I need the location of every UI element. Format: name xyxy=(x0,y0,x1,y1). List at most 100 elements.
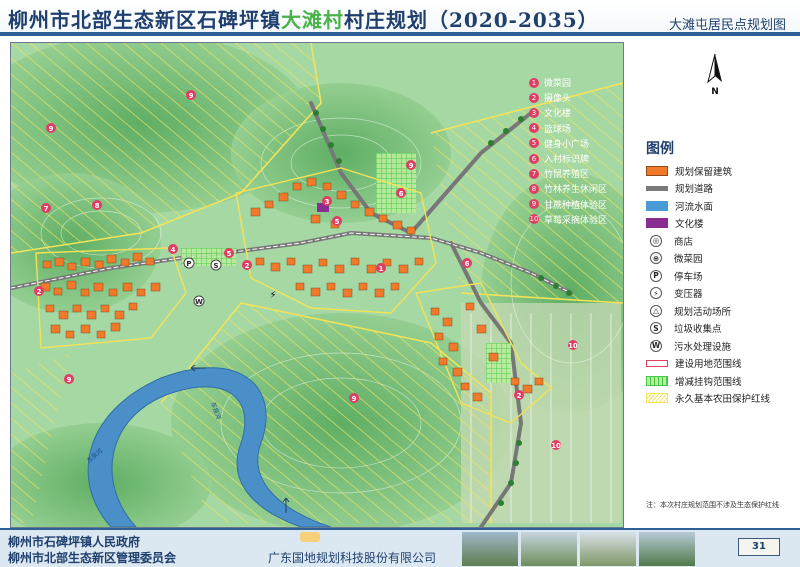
svg-text:9: 9 xyxy=(49,125,54,133)
grid-area-3 xyxy=(486,343,511,383)
list-item: 10 草莓采摘体验区 xyxy=(529,214,608,226)
legend-item-road: 规划道路 xyxy=(646,180,794,198)
legend-title: 图例 xyxy=(646,141,674,157)
title-prefix: 柳州市北部生态新区石碑坪镇 xyxy=(8,8,281,32)
marker-5-e: 5 xyxy=(332,216,342,226)
culture-swatch xyxy=(646,218,668,229)
map-canvas[interactable]: 东泉河 东泉河 9 9 8 7 9 9 9 10 10 2 2 2 5 6 6 … xyxy=(10,42,624,528)
legend-item-shop: ◎ 商店 xyxy=(646,232,794,250)
marker-7: 7 xyxy=(41,203,51,213)
svg-text:6: 6 xyxy=(399,190,404,198)
north-label: N xyxy=(711,87,719,96)
header-rule xyxy=(0,32,800,36)
svg-text:10: 10 xyxy=(551,442,561,450)
water-swatch xyxy=(646,200,668,211)
marker-2-c: 2 xyxy=(242,260,252,270)
list-item: 4 篮球场 xyxy=(529,121,623,136)
list-item: 7 竹鼠养殖区 xyxy=(529,166,623,181)
company-logo xyxy=(300,532,320,542)
road-swatch xyxy=(646,185,668,191)
marker-9-s: 9 xyxy=(349,393,359,403)
marker-6-n: 6 xyxy=(396,188,406,198)
activity-icon: △ xyxy=(650,304,662,317)
marker-transformer: ⚡ xyxy=(269,290,276,301)
list-item: 8 竹林养生休闲区 xyxy=(529,181,623,196)
svg-text:2: 2 xyxy=(37,288,42,296)
marker-9-nw: 9 xyxy=(186,90,196,100)
legend-item-culture: 文化楼 xyxy=(646,215,794,233)
marker-s: S xyxy=(210,259,222,271)
marker-9-c: 9 xyxy=(406,160,416,170)
legend-item-water: 河流水面 xyxy=(646,197,794,215)
svg-text:6: 6 xyxy=(465,260,470,268)
legend-item-activity: △ 规划活动场所 xyxy=(646,302,794,320)
marker-p: P xyxy=(183,257,195,269)
marker-2-w: 2 xyxy=(34,286,44,296)
legend-item-grid-line: 增减挂钩范围线 xyxy=(646,372,794,390)
page-title: 柳州市北部生态新区石碑坪镇大滩村村庄规划（2020-2035） xyxy=(8,4,599,33)
header-bar: 柳州市北部生态新区石碑坪镇大滩村村庄规划（2020-2035） 大滩屯居民点规划… xyxy=(0,0,800,36)
legend-item-garden: ⊕ 微菜园 xyxy=(646,250,794,268)
list-item: 5 健身小广场 xyxy=(529,136,623,151)
footer-company: 广东国地规划科技股份有限公司 xyxy=(268,551,437,565)
svg-text:2: 2 xyxy=(517,392,522,400)
garbage-icon: S xyxy=(650,322,662,335)
footer-bar: 柳州市石碑坪镇人民政府 柳州市北部生态新区管理委员会 广东国地规划科技股份有限公… xyxy=(0,528,800,567)
north-arrow-icon: N xyxy=(707,53,722,96)
svg-text:9: 9 xyxy=(189,92,194,100)
svg-text:4: 4 xyxy=(171,246,176,254)
title-village-name: 大滩村 xyxy=(281,8,344,32)
photo-thumbnail-1 xyxy=(462,532,518,566)
legend-item-transformer: ⚡ 变压器 xyxy=(646,285,794,303)
construction-line-swatch xyxy=(646,359,668,367)
photo-thumbnail-4 xyxy=(639,532,695,566)
legend-list: 规划保留建筑 规划道路 河流水面 文化楼 ◎ 商店 ⊕ 微菜园 P 停车场 ⚡ 变压器 … xyxy=(646,162,794,407)
legend-note: 注：本次村庄规划范围不涉及生态保护红线 xyxy=(646,501,779,509)
building-swatch xyxy=(646,165,668,176)
shop-icon: ◎ xyxy=(650,234,662,247)
list-item: 9 甘蔗种植体验区 xyxy=(529,197,623,212)
marker-6-e: 6 xyxy=(462,258,472,268)
garden-icon: ⊕ xyxy=(650,252,662,265)
marker-8: 8 xyxy=(92,200,102,210)
svg-text:2: 2 xyxy=(245,262,250,270)
svg-text:P: P xyxy=(186,260,191,268)
legend-item-farmland-line: 永久基本农田保护红线 xyxy=(646,390,794,408)
photo-thumbnail-2 xyxy=(521,532,577,566)
map-subtitle: 大滩屯居民点规划图 xyxy=(668,18,786,33)
svg-text:5: 5 xyxy=(227,250,232,258)
marker-3: 3 xyxy=(322,196,332,206)
list-item: 1 微菜园 xyxy=(529,75,623,90)
legend-item-sewage: W 污水处理设施 xyxy=(650,339,732,353)
list-item: 2 摄像头 xyxy=(529,90,623,105)
map-facility-list: 1 微菜园 2 摄像头 3 文化楼 4 篮球场 5 健身小广场 6 入村标识牌 7 竹鼠养殖区… xyxy=(529,75,623,227)
footer-org-1: 柳州市石碑坪镇人民政府 xyxy=(8,535,141,549)
svg-text:9: 9 xyxy=(67,376,72,384)
marker-1: 1 xyxy=(376,263,386,273)
marker-2-e: 2 xyxy=(514,390,524,400)
svg-text:3: 3 xyxy=(325,198,330,206)
parking-icon: P xyxy=(650,269,662,282)
sewage-icon: W xyxy=(650,339,662,352)
list-item: 6 入村标识牌 xyxy=(529,151,623,166)
marker-5-w: 5 xyxy=(224,248,234,258)
svg-text:10: 10 xyxy=(568,342,578,350)
title-suffix: 村庄规划（2020-2035） xyxy=(344,8,599,32)
svg-text:5: 5 xyxy=(335,218,340,226)
svg-text:9: 9 xyxy=(352,395,357,403)
farmland-line-swatch xyxy=(646,393,668,404)
marker-9-sw: 9 xyxy=(64,374,74,384)
marker-9-w: 9 xyxy=(46,123,56,133)
svg-text:W: W xyxy=(195,298,203,306)
legend-panel: N 图例 规划保留建筑 规划道路 河流水面 文化楼 ◎ 商店 ⊕ 微菜园 P 停车场 … xyxy=(628,42,794,526)
marker-10-b: 10 xyxy=(551,440,561,450)
svg-text:1: 1 xyxy=(379,265,384,273)
svg-text:7: 7 xyxy=(44,205,49,213)
page-number: 31 xyxy=(738,538,780,556)
svg-text:8: 8 xyxy=(95,202,100,210)
legend-item-garbage: S 垃圾收集点 xyxy=(646,320,794,338)
marker-10-a: 10 xyxy=(568,340,578,350)
marker-4: 4 xyxy=(168,244,178,254)
grid-line-swatch xyxy=(646,375,668,386)
legend-item-construction-line: 建设用地范围线 xyxy=(646,355,794,373)
